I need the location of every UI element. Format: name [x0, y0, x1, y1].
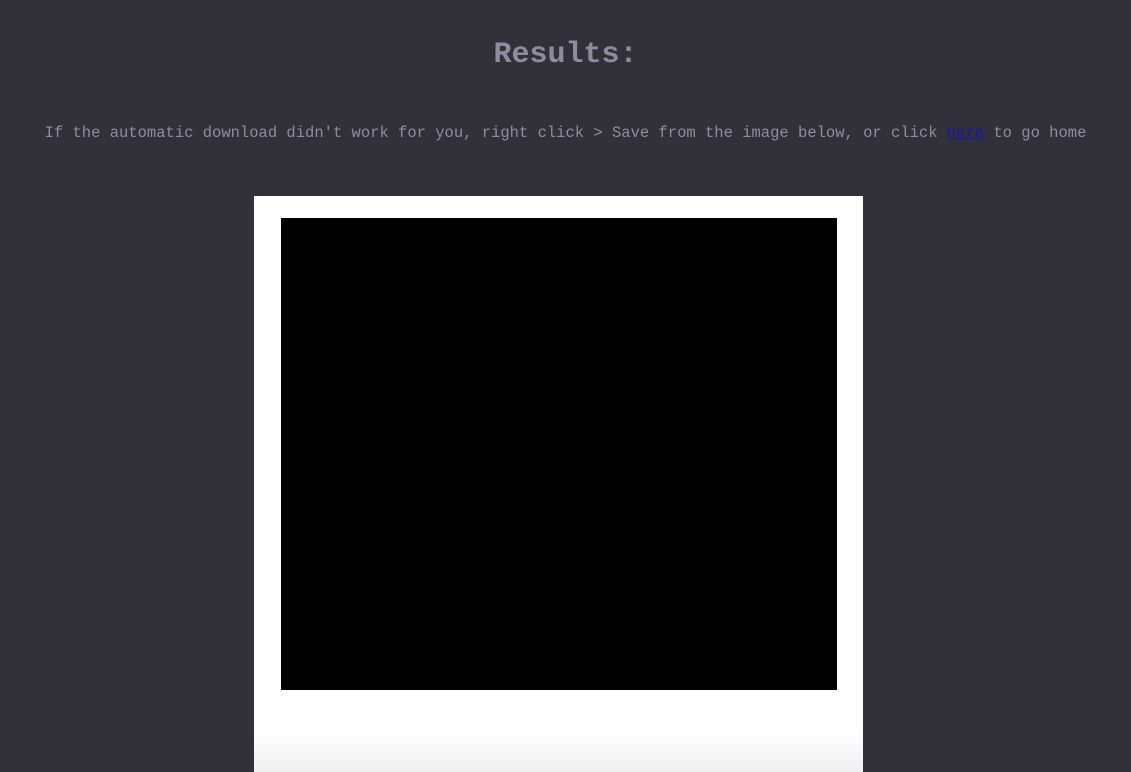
- instructions-text-after: to go home: [984, 124, 1087, 142]
- instructions-text-before: If the automatic download didn't work fo…: [44, 124, 947, 142]
- result-photo[interactable]: [281, 218, 837, 690]
- home-link[interactable]: here: [947, 124, 984, 142]
- result-image-frame[interactable]: [254, 196, 863, 772]
- page-title: Results:: [493, 38, 638, 72]
- download-instructions: If the automatic download didn't work fo…: [0, 122, 1131, 144]
